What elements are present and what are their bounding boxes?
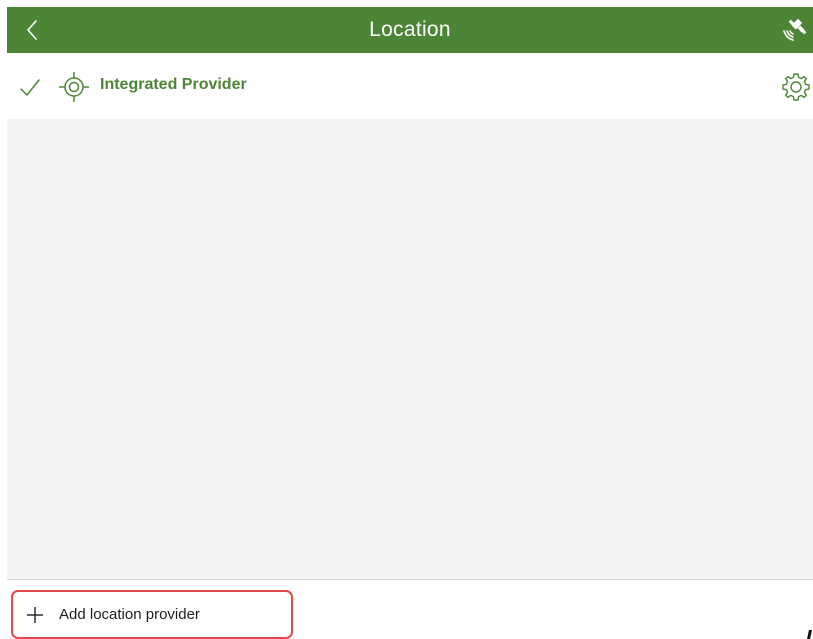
navigation-bar: Location bbox=[7, 7, 813, 53]
provider-list-empty-area bbox=[7, 120, 813, 579]
add-location-provider-button[interactable]: Add location provider bbox=[11, 590, 293, 639]
chevron-left-icon bbox=[27, 20, 37, 40]
crosshair-target-icon bbox=[59, 72, 89, 102]
satellite-signal-icon bbox=[783, 18, 807, 41]
back-button[interactable] bbox=[15, 13, 49, 47]
divider bbox=[7, 579, 813, 580]
gear-icon bbox=[782, 73, 810, 101]
checkmark-icon bbox=[20, 79, 40, 96]
plus-icon bbox=[27, 607, 43, 623]
page-title: Location bbox=[369, 18, 451, 41]
location-screen: Location Integrated Provider Add locatio… bbox=[7, 7, 813, 639]
provider-row-integrated[interactable]: Integrated Provider bbox=[7, 53, 813, 120]
add-location-provider-label: Add location provider bbox=[59, 606, 200, 623]
gps-status-button[interactable] bbox=[779, 14, 809, 46]
provider-label: Integrated Provider bbox=[100, 76, 247, 93]
provider-settings-button[interactable] bbox=[779, 70, 813, 104]
